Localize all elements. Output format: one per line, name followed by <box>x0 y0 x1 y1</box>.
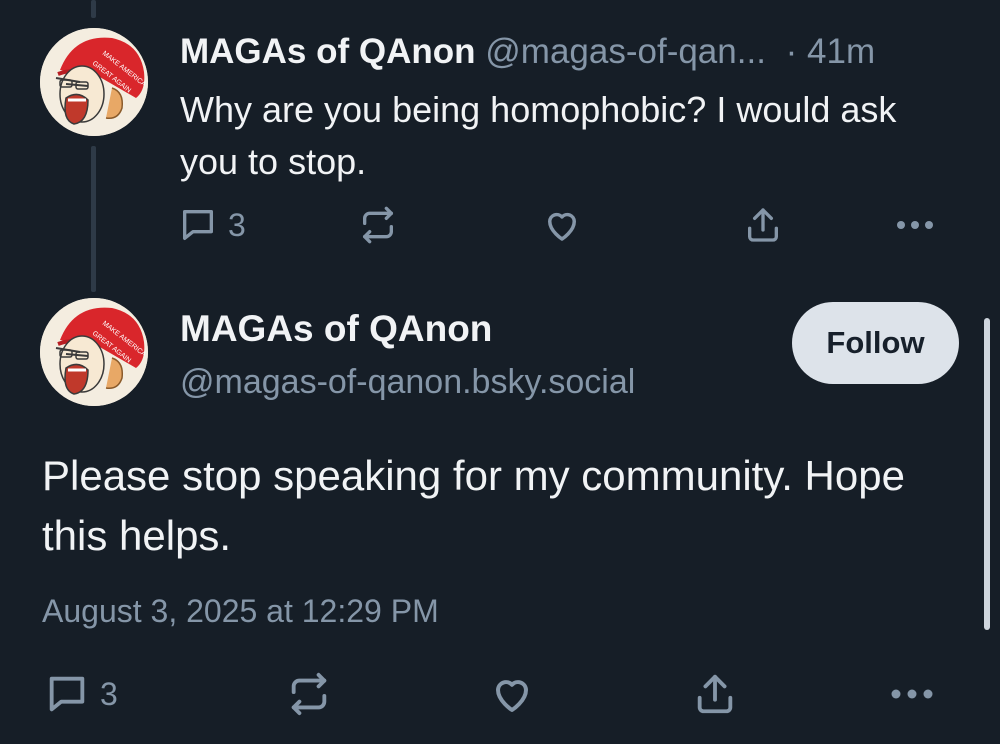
avatar-image: MAKE AMERICA GREAT AGAIN <box>40 298 148 406</box>
parent-post-text: Why are you being homophobic? I would as… <box>180 89 897 182</box>
avatar-image: MAKE AMERICA GREAT AGAIN <box>40 28 148 136</box>
author-name[interactable]: MAGAs of QAnon <box>180 306 492 352</box>
share-button[interactable] <box>743 205 893 245</box>
like-icon <box>488 670 536 718</box>
thread-line <box>91 146 96 292</box>
like-button[interactable] <box>541 204 743 246</box>
reply-icon <box>178 205 218 245</box>
post-thread-view: MAKE AMERICA GREAT AGAIN MAGAs of QAnon … <box>0 0 1000 744</box>
more-button[interactable] <box>893 205 937 245</box>
share-button[interactable] <box>692 671 888 717</box>
reply-button[interactable]: 3 <box>44 671 286 717</box>
main-post-text: Please stop speaking for my community. H… <box>42 452 905 559</box>
author-handle[interactable]: @magas-of-qanon.bsky.social <box>180 360 635 404</box>
post-time: 41m <box>807 32 876 71</box>
like-icon <box>541 204 583 246</box>
avatar[interactable]: MAKE AMERICA GREAT AGAIN <box>40 298 148 406</box>
parent-post-header: MAGAs of QAnon @magas-of-qan... · 41m <box>180 30 980 74</box>
post-timestamp: August 3, 2025 at 12:29 PM <box>42 593 439 629</box>
parent-post-actions: 3 <box>178 204 937 246</box>
more-button[interactable] <box>888 674 936 714</box>
reply-count: 3 <box>100 675 118 712</box>
reply-count: 3 <box>228 206 246 243</box>
avatar[interactable]: MAKE AMERICA GREAT AGAIN <box>40 28 148 136</box>
like-button[interactable] <box>488 670 692 718</box>
author-handle[interactable]: @magas-of-qan... <box>485 32 766 71</box>
thread-line <box>91 0 96 18</box>
dot-separator: · <box>785 32 798 71</box>
more-icon <box>893 205 937 245</box>
reply-icon <box>44 671 90 717</box>
more-icon <box>888 674 936 714</box>
main-post-actions: 3 <box>44 670 936 718</box>
scrollbar[interactable] <box>984 318 990 630</box>
repost-button[interactable] <box>286 671 488 717</box>
repost-button[interactable] <box>358 205 541 245</box>
share-icon <box>692 671 738 717</box>
follow-button[interactable]: Follow <box>792 302 959 384</box>
share-icon <box>743 205 783 245</box>
author-name[interactable]: MAGAs of QAnon <box>180 32 476 71</box>
reply-button[interactable]: 3 <box>178 205 358 245</box>
repost-icon <box>286 671 332 717</box>
repost-icon <box>358 205 398 245</box>
